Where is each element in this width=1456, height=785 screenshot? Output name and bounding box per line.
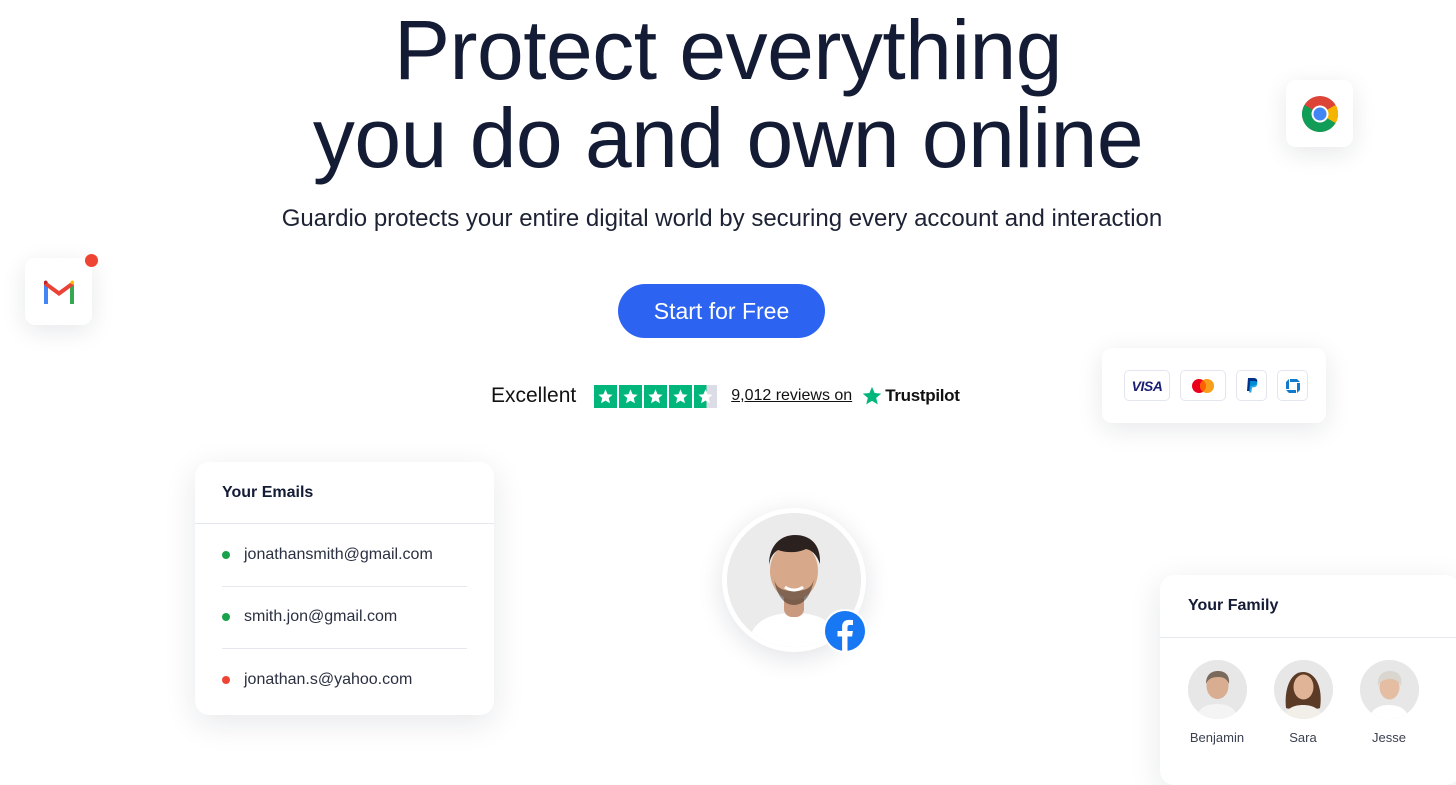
hero-title: Protect everything you do and own online [0,6,1456,182]
hero-title-line-2: you do and own online [312,91,1144,185]
person-photo [1187,660,1247,719]
family-member[interactable]: Sara [1268,660,1338,745]
email-list-item[interactable]: jonathan.s@yahoo.com [222,649,467,711]
chrome-icon [1301,95,1338,132]
star-icon [669,384,693,408]
email-address: jonathansmith@gmail.com [244,546,433,563]
facebook-icon [825,611,865,651]
half-star-icon [694,384,718,408]
chase-chip [1277,370,1308,401]
avatar [1359,660,1419,719]
person-photo [1359,660,1419,719]
family-member[interactable]: Benjamin [1182,660,1252,745]
visa-chip: VISA [1124,370,1170,401]
paypal-chip [1236,370,1267,401]
email-list-item[interactable]: smith.jon@gmail.com [222,586,467,649]
visa-logo: VISA [1131,377,1163,394]
rating-label: Excellent [491,384,577,407]
payments-card: VISA [1102,348,1326,423]
family-card-title: Your Family [1188,597,1279,614]
mastercard-chip [1180,370,1226,401]
star-icon [644,384,668,408]
email-list-item[interactable]: jonathansmith@gmail.com [222,524,467,587]
person-photo [1273,660,1333,719]
member-name: Benjamin [1189,730,1245,745]
status-dot-safe [222,551,230,559]
emails-card: Your Emails jonathansmith@gmail.com smit… [195,462,494,715]
avatar [1273,660,1333,719]
member-name: Jesse [1372,730,1406,745]
paypal-icon [1246,378,1257,393]
reviews-link[interactable]: 9,012 reviews on [731,387,852,405]
trustpilot-brand: Trustpilot [885,386,960,405]
family-card: Your Family Benjamin Sara Jesse [1160,575,1456,785]
rating-stars [594,384,718,408]
chrome-tile [1286,80,1353,147]
email-address: jonathan.s@yahoo.com [244,671,413,688]
star-icon [619,384,643,408]
trustpilot-rating: Excellent 9,012 reviews on Trustpilot [491,381,960,411]
emails-card-title: Your Emails [222,484,314,501]
trustpilot-logo[interactable]: Trustpilot [862,386,960,406]
email-address: smith.jon@gmail.com [244,608,398,625]
start-for-free-button[interactable]: Start for Free [618,284,825,338]
status-dot-safe [222,613,230,621]
notification-dot [85,254,98,267]
status-dot-alert [222,676,230,684]
member-name: Sara [1289,730,1317,745]
family-member[interactable]: Jesse [1354,660,1424,745]
profile-avatar [722,508,867,653]
star-icon [594,384,618,408]
gmail-tile [25,254,98,325]
chase-icon [1285,378,1300,393]
avatar [1187,660,1247,719]
hero-title-line-1: Protect everything [393,3,1063,97]
mastercard-icon [1192,378,1214,393]
hero-subtitle: Guardio protects your entire digital wor… [281,205,1163,232]
trustpilot-star-icon [862,386,882,405]
gmail-icon [43,279,74,304]
facebook-badge [823,609,867,653]
divider [1160,637,1456,638]
